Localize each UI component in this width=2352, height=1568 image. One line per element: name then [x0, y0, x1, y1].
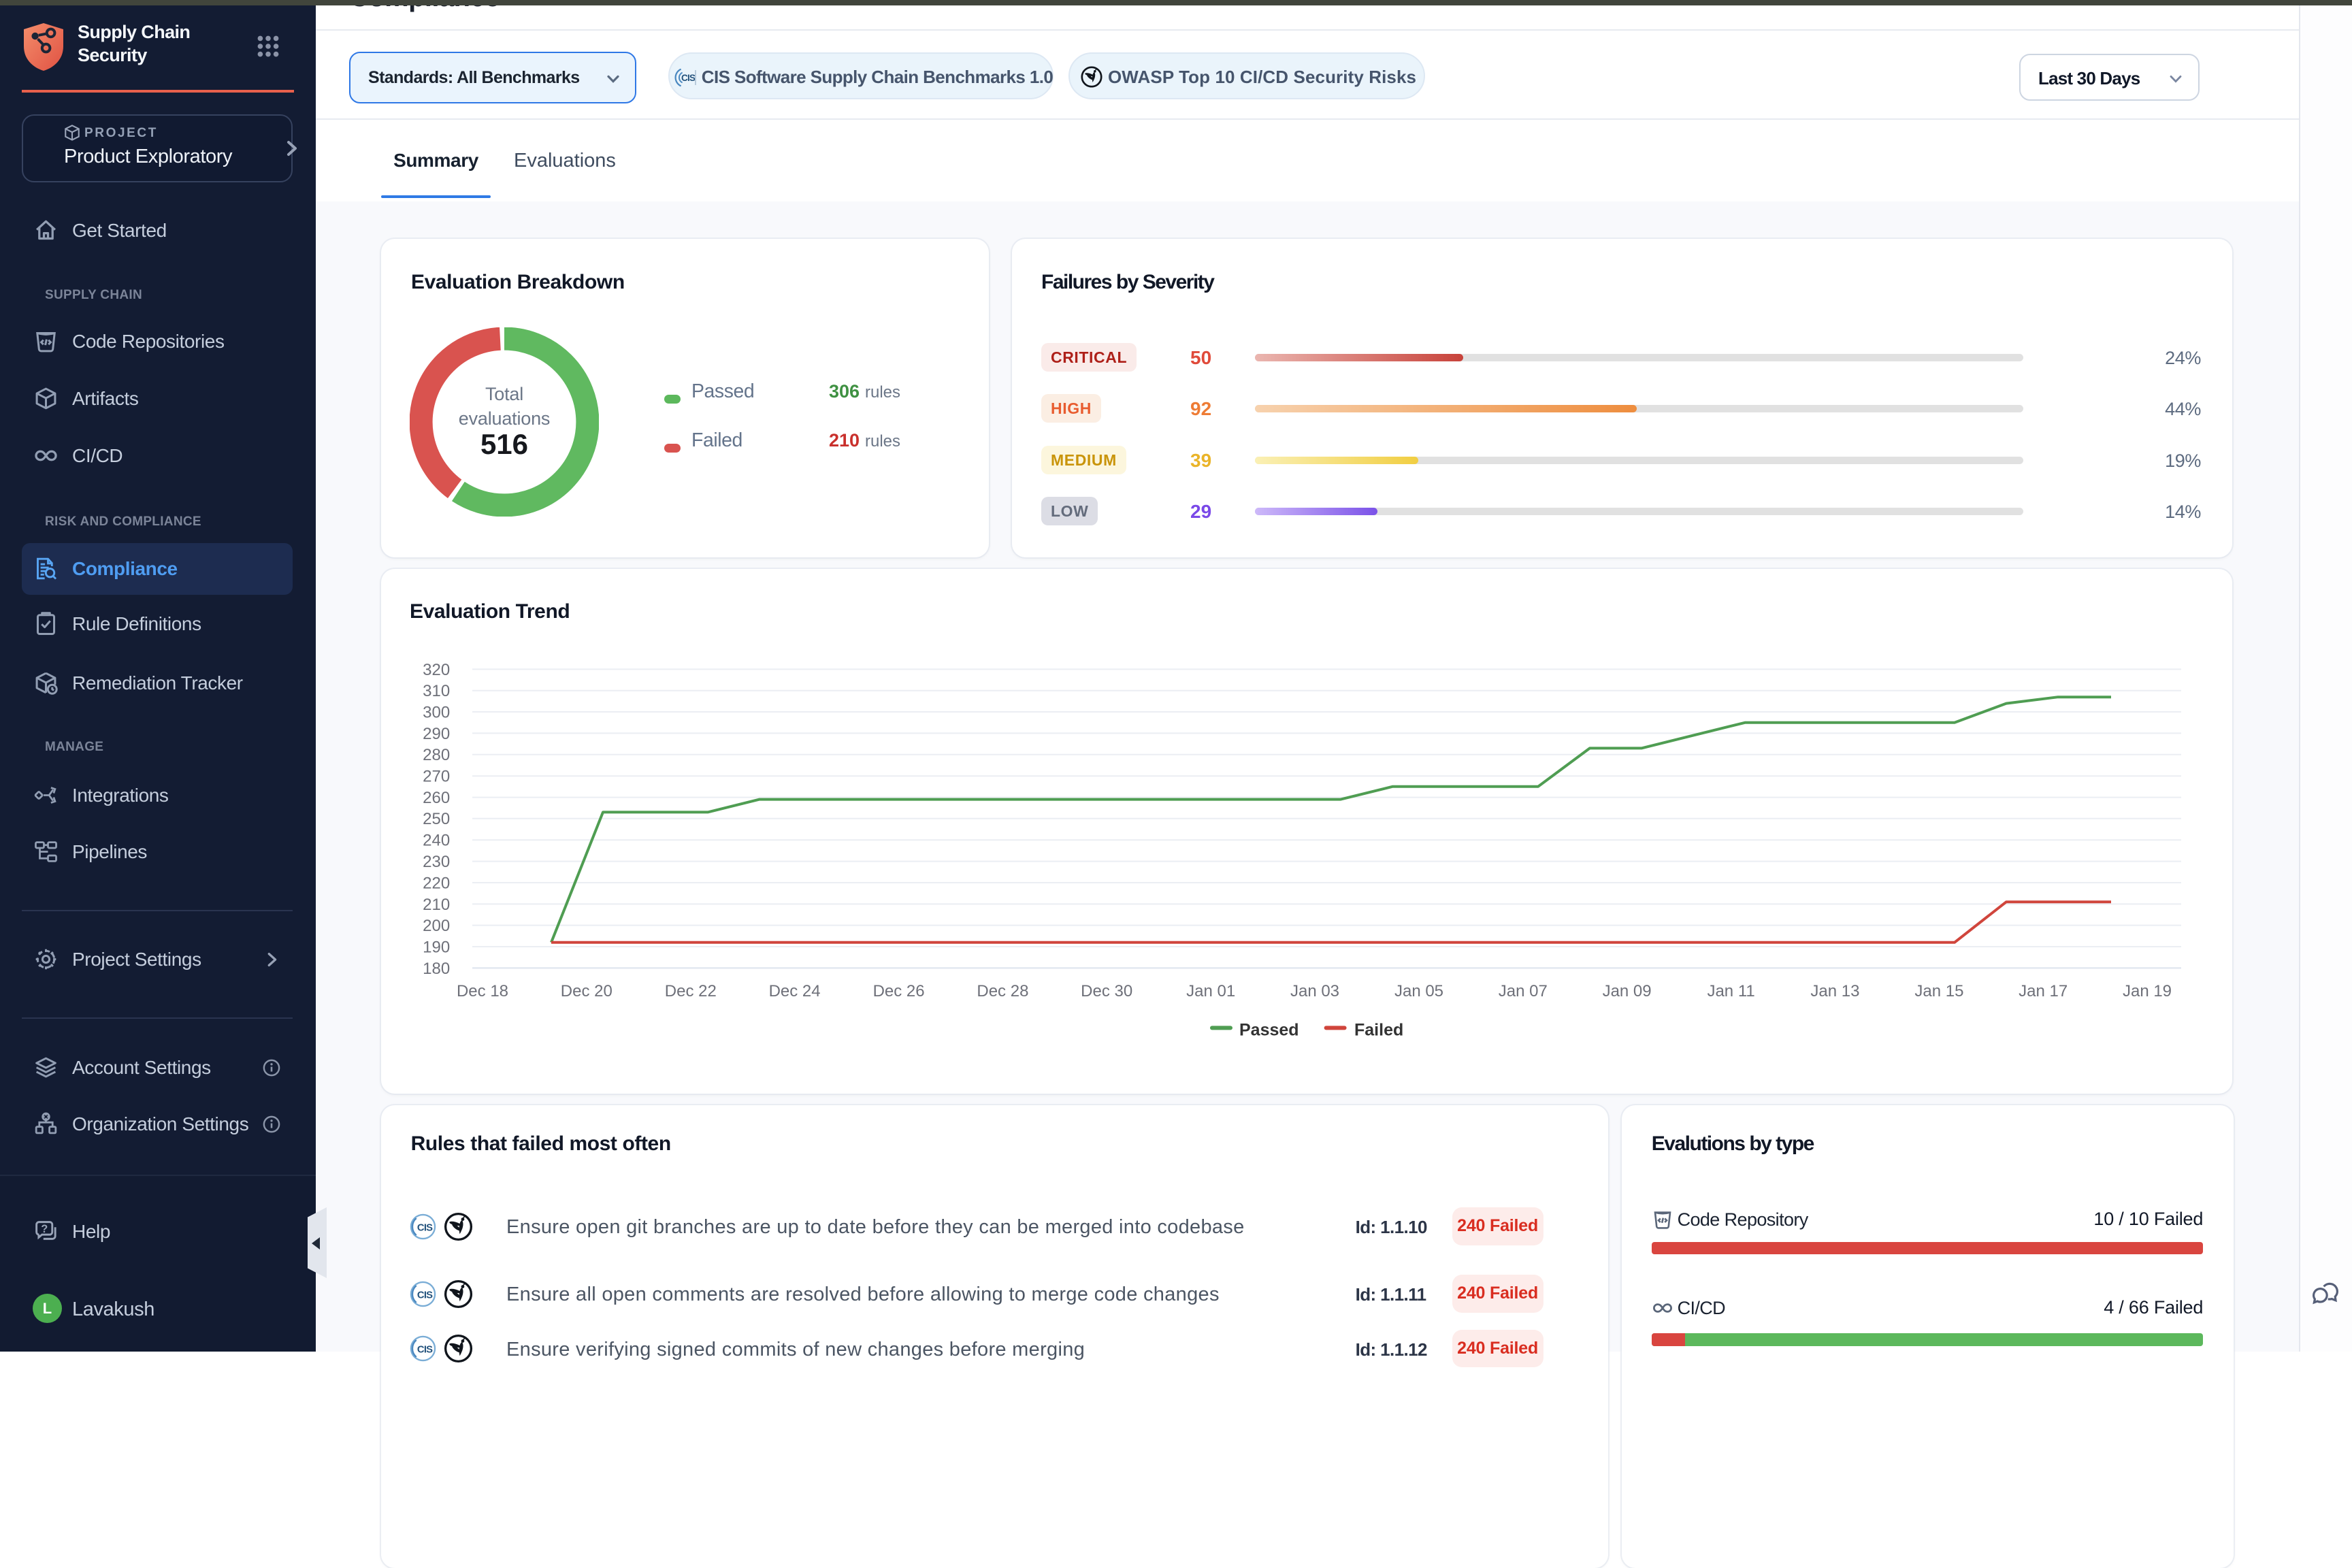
svg-text:CIS: CIS — [417, 1290, 433, 1301]
svg-text:Dec 24: Dec 24 — [769, 982, 821, 1000]
svg-text:190: 190 — [423, 938, 450, 956]
svg-text:200: 200 — [423, 917, 450, 935]
svg-text:Passed: Passed — [1239, 1020, 1299, 1039]
svg-text:Jan 17: Jan 17 — [2019, 982, 2068, 1000]
svg-text:Dec 28: Dec 28 — [977, 982, 1028, 1000]
svg-text:Jan 01: Jan 01 — [1186, 982, 1235, 1000]
svg-text:CIS: CIS — [417, 1345, 433, 1356]
svg-text:270: 270 — [423, 767, 450, 785]
svg-text:320: 320 — [423, 660, 450, 679]
svg-text:Jan 19: Jan 19 — [2123, 982, 2172, 1000]
svg-text:Failed: Failed — [1354, 1020, 1403, 1039]
svg-text:?: ? — [42, 1223, 48, 1235]
svg-text:Jan 15: Jan 15 — [1914, 982, 1963, 1000]
svg-text:Dec 30: Dec 30 — [1081, 982, 1132, 1000]
svg-text:220: 220 — [423, 874, 450, 892]
svg-text:Dec 20: Dec 20 — [561, 982, 612, 1000]
svg-text:Jan 09: Jan 09 — [1603, 982, 1652, 1000]
svg-text:Jan 03: Jan 03 — [1290, 982, 1339, 1000]
svg-text:310: 310 — [423, 682, 450, 700]
svg-text:250: 250 — [423, 810, 450, 828]
svg-text:260: 260 — [423, 789, 450, 807]
svg-text:CIS: CIS — [681, 73, 696, 83]
svg-text:Dec 26: Dec 26 — [873, 982, 925, 1000]
svg-text:210: 210 — [423, 895, 450, 913]
svg-text:Jan 11: Jan 11 — [1707, 982, 1754, 1000]
svg-text:Jan 07: Jan 07 — [1499, 982, 1548, 1000]
svg-text:Jan 13: Jan 13 — [1810, 982, 1859, 1000]
svg-text:180: 180 — [423, 959, 450, 977]
svg-text:240: 240 — [423, 831, 450, 849]
svg-text:Jan 05: Jan 05 — [1394, 982, 1443, 1000]
svg-text:Dec 22: Dec 22 — [665, 982, 717, 1000]
svg-text:Dec 18: Dec 18 — [457, 982, 508, 1000]
svg-text:CIS: CIS — [417, 1222, 433, 1233]
svg-text:230: 230 — [423, 853, 450, 871]
svg-text:300: 300 — [423, 703, 450, 721]
svg-text:290: 290 — [423, 724, 450, 742]
svg-text:280: 280 — [423, 746, 450, 764]
